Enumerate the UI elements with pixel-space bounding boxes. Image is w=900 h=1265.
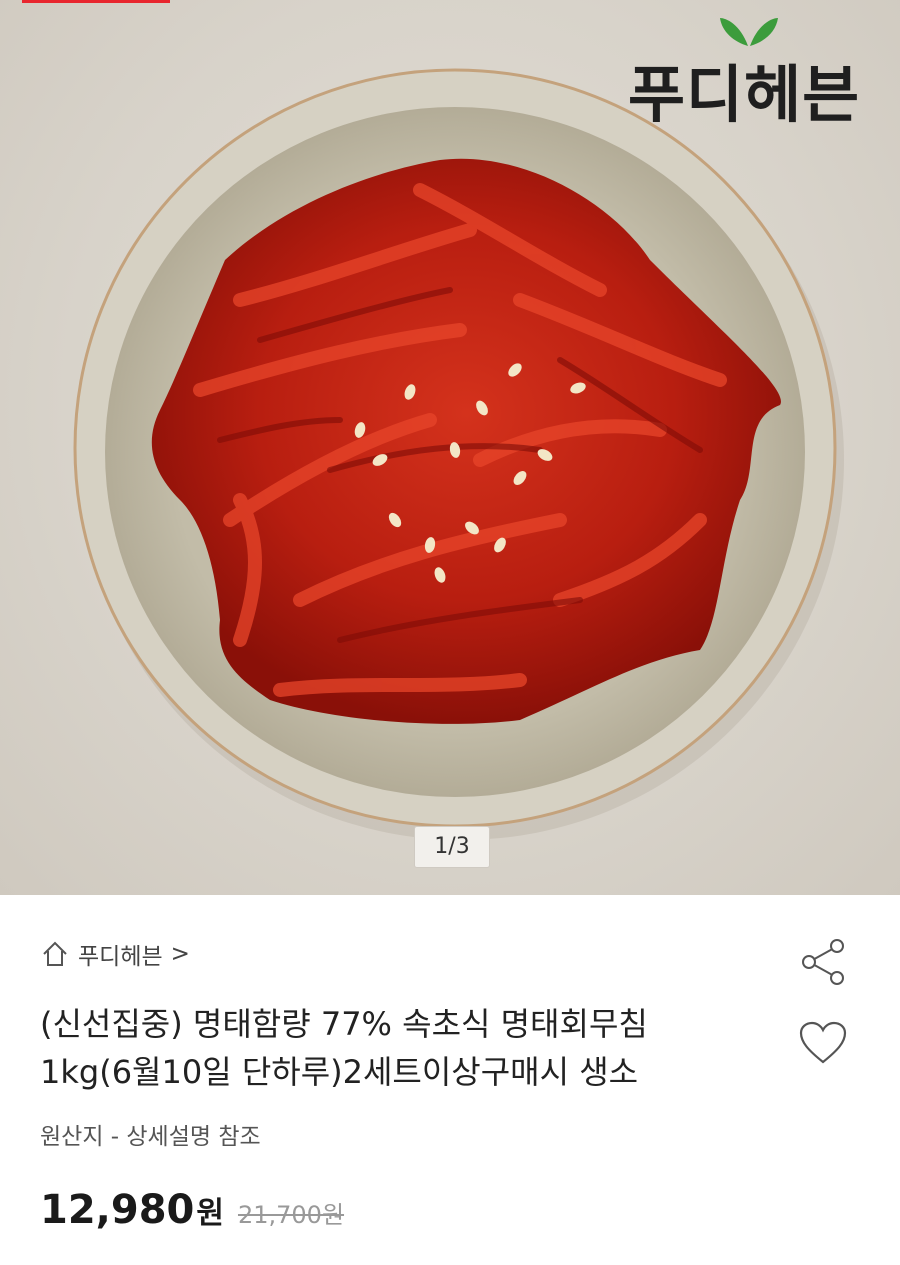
product-title-line-1: (신선집중) 명태함량 77% 속초식 명태회무침 xyxy=(40,1005,648,1043)
image-counter: 1/3 xyxy=(414,826,490,868)
sprout-icon xyxy=(720,18,778,46)
heart-icon[interactable] xyxy=(798,1020,848,1066)
share-icon[interactable] xyxy=(800,938,846,986)
seller-link[interactable]: 푸디헤븐 > xyxy=(40,937,190,971)
price-row: 12,980 원 21,700원 xyxy=(40,1187,344,1233)
brand-logo: 푸디헤븐 xyxy=(622,14,878,134)
product-title: (신선집중) 명태함량 77% 속초식 명태회무침 1kg(6월10일 단하루)… xyxy=(40,1000,780,1096)
brand-logo-text: 푸디헤븐 xyxy=(628,58,861,131)
seller-name: 푸디헤븐 xyxy=(78,944,163,970)
product-title-line-2: 1kg(6월10일 단하루)2세트이상구매시 생소 xyxy=(40,1053,639,1091)
product-image-gallery[interactable]: 푸디헤븐 1/3 xyxy=(0,0,900,895)
home-icon xyxy=(43,941,67,966)
product-photo xyxy=(73,68,844,840)
origin-info: 원산지 - 상세설명 참조 xyxy=(40,1124,261,1150)
product-info: 푸디헤븐 > (신선집중) 명태함량 77% 속초식 명태회무침 1kg(6월1… xyxy=(0,895,900,1265)
sale-price: 12,980 xyxy=(40,1187,195,1233)
chevron-right-icon: > xyxy=(170,941,190,967)
sale-price-unit: 원 xyxy=(196,1196,224,1231)
original-price: 21,700원 xyxy=(237,1201,345,1229)
